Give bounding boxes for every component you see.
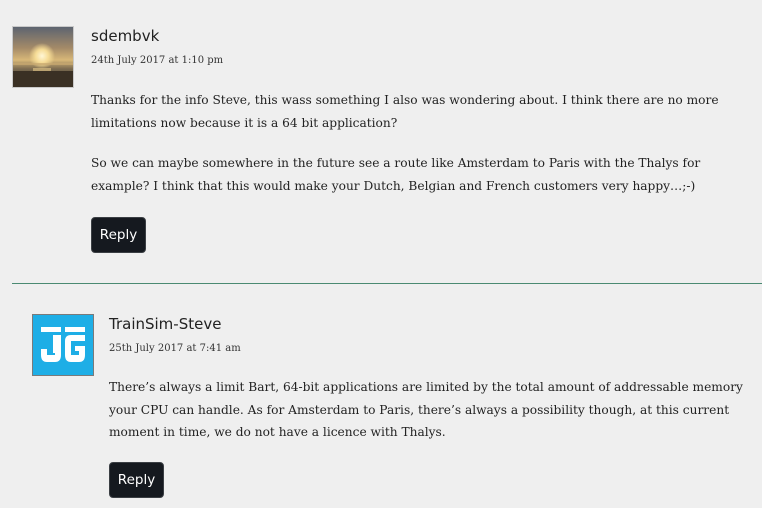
avatar[interactable] [32, 314, 94, 376]
comment-paragraph: So we can maybe somewhere in the future … [91, 156, 701, 193]
comment-author[interactable]: TrainSim-Steve [109, 315, 221, 333]
sunset-photo-icon [13, 27, 73, 87]
comment-divider [12, 283, 762, 284]
comment-date[interactable]: 24th July 2017 at 1:10 pm [91, 55, 223, 66]
reply-button[interactable]: Reply [91, 217, 146, 253]
comment-paragraph: Thanks for the info Steve, this wass som… [91, 93, 719, 130]
avatar[interactable] [12, 26, 74, 88]
jg-logo-icon [33, 315, 93, 375]
comment-date[interactable]: 25th July 2017 at 7:41 am [109, 343, 241, 354]
reply-button[interactable]: Reply [109, 462, 164, 498]
comment-author[interactable]: sdembvk [91, 27, 159, 45]
comment-paragraph: There’s always a limit Bart, 64-bit appl… [109, 380, 743, 439]
